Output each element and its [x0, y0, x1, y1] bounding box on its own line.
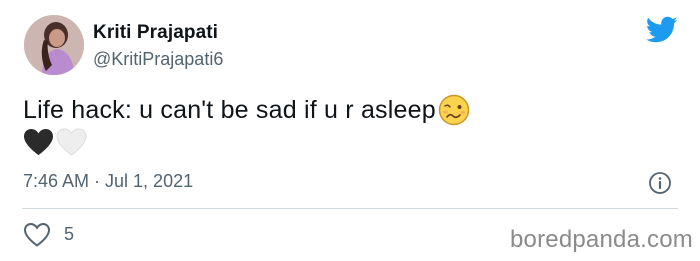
like-heart-outline-icon[interactable]: [23, 222, 51, 248]
heart-emojis: [23, 128, 87, 157]
avatar[interactable]: [24, 15, 84, 75]
author-display-name[interactable]: Kriti Prajapati: [93, 22, 218, 44]
black-heart-icon: [24, 128, 53, 156]
avatar-photo: [24, 15, 84, 75]
author-handle[interactable]: @KritiPrajapati6: [93, 49, 223, 70]
like-count[interactable]: 5: [64, 224, 74, 245]
tweet-text-line: Life hack: u can't be sad if u r asleep: [23, 94, 470, 126]
tweet-timestamp[interactable]: 7:46 AM · Jul 1, 2021: [23, 171, 193, 192]
info-icon[interactable]: [648, 171, 672, 195]
woozy-face-emoji-icon: [438, 94, 470, 126]
divider: [22, 208, 678, 209]
watermark: boredpanda.com: [510, 226, 693, 253]
twitter-bird-icon[interactable]: [646, 16, 678, 44]
tweet-text: Life hack: u can't be sad if u r asleep: [23, 95, 436, 124]
white-heart-icon: [56, 128, 87, 156]
